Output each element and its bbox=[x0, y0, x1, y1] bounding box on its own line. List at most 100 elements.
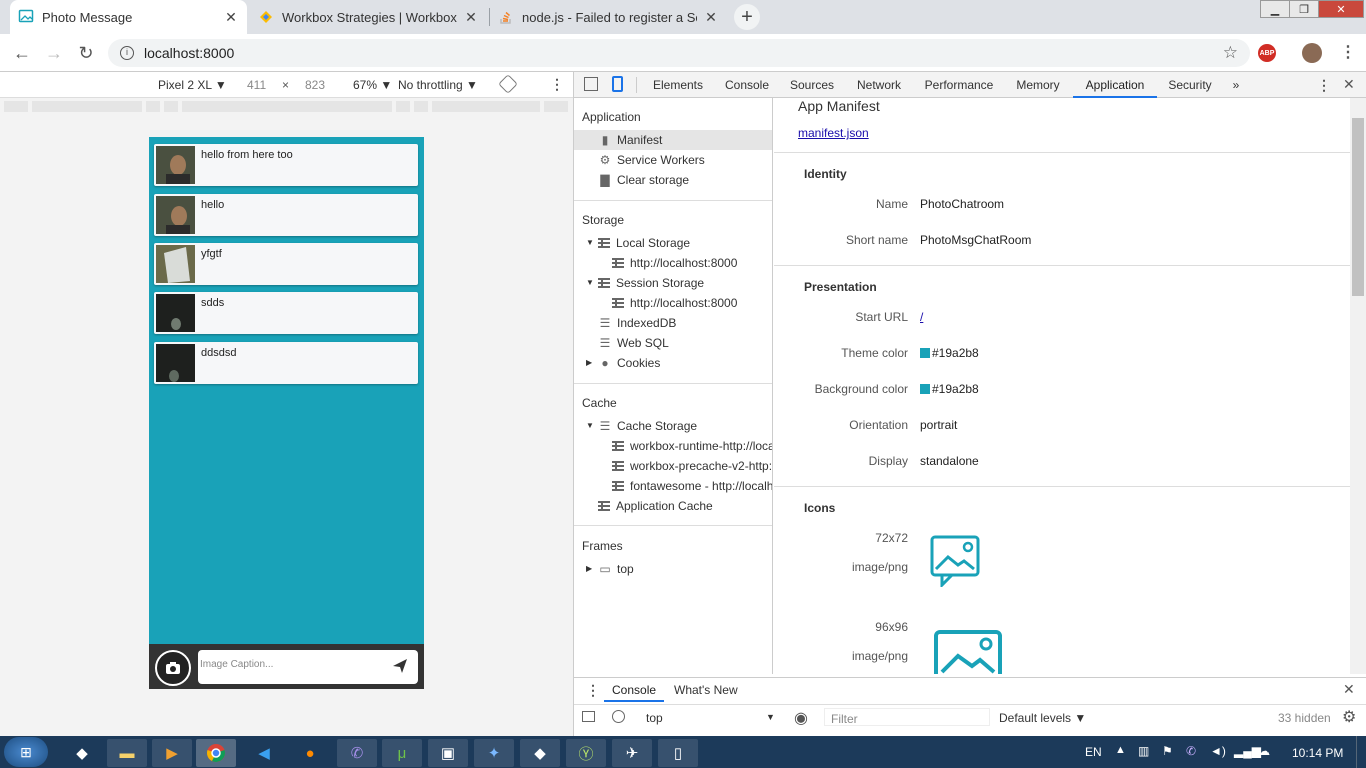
sidebar-item-cache-entry[interactable]: fontawesome - http://localhost:8000 bbox=[612, 476, 772, 496]
start-button[interactable]: ⊞ bbox=[4, 737, 48, 767]
message-card[interactable]: yfgtf bbox=[154, 243, 418, 285]
tab-memory[interactable]: Memory bbox=[1010, 72, 1066, 98]
sidebar-item-local-origin[interactable]: http://localhost:8000 bbox=[612, 253, 737, 273]
sidebar-item-session-storage[interactable]: ▼ Session Storage bbox=[586, 273, 704, 293]
rotate-icon[interactable] bbox=[498, 74, 518, 94]
width-input[interactable]: 411 bbox=[247, 78, 266, 92]
taskbar-media-icon[interactable]: ▶ bbox=[152, 739, 192, 767]
message-card[interactable]: sdds bbox=[154, 292, 418, 334]
tab-elements[interactable]: Elements bbox=[648, 72, 708, 98]
star-icon[interactable]: ☆ bbox=[1223, 43, 1238, 63]
reload-button[interactable]: ↻ bbox=[75, 42, 97, 64]
media-query-bar[interactable] bbox=[0, 98, 573, 116]
sidebar-item-manifest[interactable]: ▮ Manifest bbox=[574, 130, 772, 150]
tab-security[interactable]: Security bbox=[1162, 72, 1218, 98]
tab-network[interactable]: Network bbox=[850, 72, 908, 98]
expand-arrow-icon[interactable]: ▶ bbox=[586, 559, 598, 579]
taskbar-workbox-icon[interactable]: ◆ bbox=[62, 739, 102, 767]
taskbar-chrome-icon[interactable] bbox=[196, 739, 236, 767]
expand-arrow-icon[interactable]: ▼ bbox=[586, 416, 598, 436]
profile-avatar[interactable] bbox=[1302, 43, 1322, 63]
close-window-button[interactable]: ✕ bbox=[1318, 0, 1364, 18]
taskbar-torrent-icon[interactable]: μ bbox=[382, 739, 422, 767]
forward-button[interactable]: → bbox=[43, 42, 65, 64]
expand-arrow-icon[interactable]: ▼ bbox=[586, 273, 598, 293]
sidebar-item-websql[interactable]: ☰ Web SQL bbox=[598, 333, 669, 353]
start-url-link[interactable]: / bbox=[920, 310, 923, 324]
caption-input[interactable]: Image Caption... bbox=[198, 650, 418, 684]
devtools-menu-icon[interactable]: ⋮ bbox=[1317, 77, 1331, 94]
sidebar-item-cache-entry[interactable]: workbox-runtime-http://localhost:8000/ bbox=[612, 436, 772, 456]
sidebar-toggle-icon[interactable] bbox=[582, 711, 595, 722]
adblock-extension-icon[interactable]: ABP bbox=[1258, 44, 1276, 62]
close-tab-icon[interactable]: ✕ bbox=[223, 9, 239, 26]
cloud-icon[interactable]: ☁ bbox=[1258, 744, 1270, 758]
clock[interactable]: 10:14 PM bbox=[1292, 746, 1343, 760]
tray-flag-icon[interactable]: ⚑ bbox=[1162, 744, 1173, 758]
context-dropdown-icon[interactable]: ▼ bbox=[766, 712, 775, 722]
sidebar-item-cache-entry[interactable]: workbox-precache-v2-http://localhost:800… bbox=[612, 456, 772, 476]
tray-viber-icon[interactable]: ✆ bbox=[1186, 744, 1196, 758]
message-card[interactable]: hello bbox=[154, 194, 418, 236]
taskbar-firefox-icon[interactable]: ● bbox=[290, 739, 330, 767]
taskbar-vscode-icon[interactable]: ◀ bbox=[244, 739, 284, 767]
inspect-element-icon[interactable] bbox=[584, 77, 598, 91]
info-icon[interactable]: i bbox=[120, 46, 134, 60]
camera-button[interactable] bbox=[155, 650, 191, 686]
drawer-tab-console[interactable]: Console bbox=[604, 678, 665, 702]
sidebar-item-indexeddb[interactable]: ☰ IndexedDB bbox=[598, 313, 677, 333]
device-select[interactable]: Pixel 2 XL ▼ bbox=[158, 78, 227, 92]
console-filter-input[interactable]: Filter bbox=[824, 708, 990, 726]
taskbar-app-icon[interactable]: ▯ bbox=[658, 739, 698, 767]
back-button[interactable]: ← bbox=[11, 42, 33, 64]
device-menu-icon[interactable]: ⋮ bbox=[550, 76, 564, 93]
drawer-menu-icon[interactable]: ⋮ bbox=[586, 682, 600, 699]
message-card[interactable]: hello from here too bbox=[154, 144, 418, 186]
tab-performance[interactable]: Performance bbox=[918, 72, 1000, 98]
taskbar-app-icon[interactable]: ◆ bbox=[520, 739, 560, 767]
taskbar-app-icon[interactable]: Ⓨ bbox=[566, 739, 606, 767]
network-signal-icon[interactable]: ▂▄▆ bbox=[1234, 744, 1261, 758]
tray-expand-icon[interactable]: ▲ bbox=[1115, 744, 1126, 756]
new-tab-button[interactable]: + bbox=[734, 4, 760, 30]
send-icon[interactable] bbox=[392, 658, 408, 677]
clear-console-icon[interactable] bbox=[612, 710, 625, 723]
taskbar-explorer-icon[interactable]: ▬ bbox=[107, 739, 147, 767]
sidebar-item-cache-storage[interactable]: ▼ ☰ Cache Storage bbox=[586, 416, 697, 436]
close-tab-icon[interactable]: ✕ bbox=[463, 9, 479, 26]
taskbar-app-icon[interactable]: ✈ bbox=[612, 739, 652, 767]
close-drawer-icon[interactable]: ✕ bbox=[1343, 681, 1355, 698]
device-toggle-icon[interactable] bbox=[612, 76, 623, 92]
sidebar-item-local-storage[interactable]: ▼ Local Storage bbox=[586, 233, 690, 253]
message-card[interactable]: ddsdsd bbox=[154, 342, 418, 384]
log-levels-select[interactable]: Default levels ▼ bbox=[999, 711, 1086, 725]
sidebar-item-cookies[interactable]: ▶ ● Cookies bbox=[586, 353, 660, 373]
show-desktop-button[interactable] bbox=[1356, 736, 1366, 768]
console-settings-gear-icon[interactable]: ⚙ bbox=[1342, 707, 1356, 727]
tab-workbox[interactable]: Workbox Strategies | Workbox ✕ bbox=[250, 0, 487, 34]
expand-arrow-icon[interactable]: ▼ bbox=[586, 233, 598, 253]
address-bar[interactable]: i localhost:8000 ☆ bbox=[108, 39, 1250, 67]
language-indicator[interactable]: EN bbox=[1085, 745, 1102, 759]
sidebar-item-clear-storage[interactable]: ▇ Clear storage bbox=[598, 170, 689, 190]
throttling-select[interactable]: No throttling ▼ bbox=[398, 78, 478, 92]
tray-device-icon[interactable]: ▥ bbox=[1138, 744, 1149, 758]
expand-arrow-icon[interactable]: ▶ bbox=[586, 353, 598, 373]
taskbar-app-icon[interactable]: ✦ bbox=[474, 739, 514, 767]
manifest-link[interactable]: manifest.json bbox=[798, 126, 869, 140]
sidebar-item-frame-top[interactable]: ▶ ▭ top bbox=[586, 559, 634, 579]
zoom-select[interactable]: 67% ▼ bbox=[353, 78, 392, 92]
tab-stackoverflow[interactable]: node.js - Failed to register a Serv ✕ bbox=[490, 0, 727, 34]
sidebar-item-service-workers[interactable]: ⚙ Service Workers bbox=[598, 150, 705, 170]
maximize-button[interactable]: ❐ bbox=[1289, 0, 1319, 18]
tab-sources[interactable]: Sources bbox=[784, 72, 840, 98]
tab-console[interactable]: Console bbox=[718, 72, 776, 98]
minimize-button[interactable]: ▁ bbox=[1260, 0, 1290, 18]
sidebar-item-session-origin[interactable]: http://localhost:8000 bbox=[612, 293, 737, 313]
taskbar-viber-icon[interactable]: ✆ bbox=[337, 739, 377, 767]
close-tab-icon[interactable]: ✕ bbox=[703, 9, 719, 26]
more-tabs-button[interactable]: » bbox=[1226, 72, 1246, 98]
drawer-tab-whats-new[interactable]: What's New bbox=[674, 678, 738, 702]
context-select[interactable]: top bbox=[646, 711, 663, 725]
volume-icon[interactable]: ◄) bbox=[1210, 744, 1226, 758]
